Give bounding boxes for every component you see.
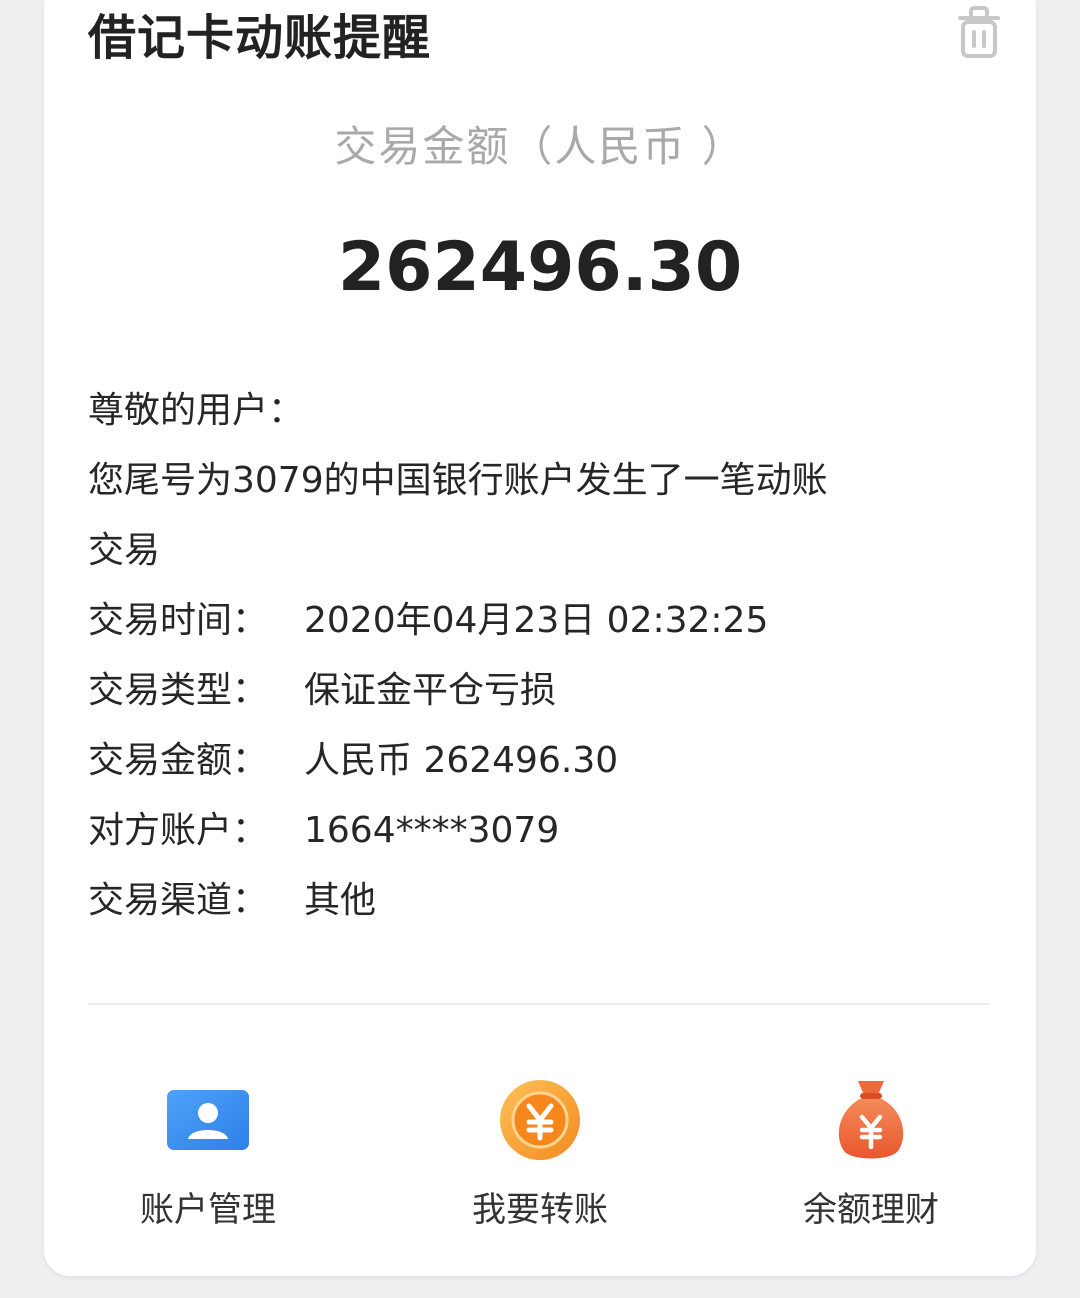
detail-value: 1664****3079 [304, 810, 560, 851]
message-body: 尊敬的用户： 您尾号为3079的中国银行账户发生了一笔动账 交易 交易时间： 20… [88, 376, 988, 936]
wealth-management-label: 余额理财 [803, 1190, 939, 1230]
action-bar: 账户管理 我要转账 余额理财 [44, 1070, 1036, 1250]
detail-value: 2020年04月23日 02:32:25 [304, 600, 769, 641]
delete-button[interactable] [952, 4, 1006, 60]
detail-value: 其他 [304, 880, 377, 921]
detail-label: 交易类型： [88, 670, 269, 711]
detail-label: 交易渠道： [88, 880, 269, 921]
detail-value: 人民币 262496.30 [304, 740, 619, 781]
account-management-button[interactable]: 账户管理 [83, 1070, 333, 1240]
transfer-button[interactable]: 我要转账 [415, 1070, 665, 1240]
amount-label: 交易金额（人民币 ） [334, 122, 746, 171]
detail-row-time: 交易时间： 2020年04月23日 02:32:25 [88, 586, 988, 656]
detail-row-amount: 交易金额： 人民币 262496.30 [88, 726, 988, 796]
money-bag-icon [838, 1081, 904, 1159]
page-title: 借记卡动账提醒 [88, 10, 432, 66]
trash-icon [958, 6, 1000, 58]
yuan-coin-icon [500, 1080, 580, 1160]
message-line-1: 您尾号为3079的中国银行账户发生了一笔动账 [88, 460, 828, 501]
detail-label: 交易时间： [88, 600, 269, 641]
detail-row-channel: 交易渠道： 其他 [88, 866, 988, 936]
divider [88, 1003, 990, 1005]
transaction-amount: 262496.30 [337, 228, 743, 307]
detail-value: 保证金平仓亏损 [304, 670, 557, 711]
account-management-label: 账户管理 [140, 1190, 276, 1230]
detail-label: 对方账户： [88, 810, 269, 851]
greeting: 尊敬的用户： [88, 390, 305, 431]
detail-row-type: 交易类型： 保证金平仓亏损 [88, 656, 988, 726]
detail-label: 交易金额： [88, 740, 269, 781]
detail-row-counterparty: 对方账户： 1664****3079 [88, 796, 988, 866]
message-line-2: 交易 [88, 530, 161, 571]
wealth-management-button[interactable]: 余额理财 [746, 1070, 996, 1240]
transfer-label: 我要转账 [472, 1190, 608, 1230]
account-card-icon [167, 1090, 249, 1150]
